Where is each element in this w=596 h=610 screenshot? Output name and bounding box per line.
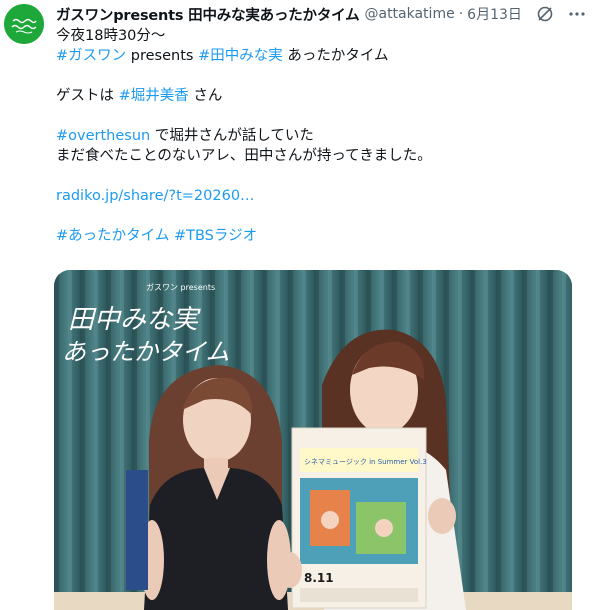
program-name-text: あったかタイム: [282, 48, 389, 64]
text-line: #overthesun で堀井さんが話していた: [56, 126, 586, 146]
text-line: #あったかタイム #TBSラジオ: [56, 226, 586, 246]
text-line: 今夜18時30分〜: [56, 26, 586, 46]
text-line: ゲストは #堀井美香 さん: [56, 86, 586, 106]
post-date[interactable]: 6月13日: [467, 4, 522, 24]
text-line: #ガスワン presents #田中みな実 あったかタイム: [56, 46, 586, 66]
text-line: まだ食べたことのないアレ、田中さんが持ってきました。: [56, 146, 586, 166]
event-poster: シネマミュージック in Summer Vol.3 8.11: [291, 427, 427, 609]
separator-dot: ·: [458, 6, 464, 22]
poster-title: シネマミュージック in Summer Vol.3: [304, 458, 427, 466]
overthesun-text: で堀井さんが話していた: [150, 128, 314, 144]
author-display-name[interactable]: ガスワンpresents 田中みな実あったかタイム: [56, 4, 360, 25]
tweet-header: ガスワンpresents 田中みな実あったかタイム @attakatime · …: [56, 4, 586, 24]
author-handle[interactable]: @attakatime: [364, 6, 454, 22]
tweet[interactable]: ガスワンpresents 田中みな実あったかタイム @attakatime · …: [0, 0, 596, 610]
guest-suffix: さん: [188, 88, 223, 104]
guest-hand: [428, 498, 456, 534]
tweet-photo[interactable]: ガスワン presents 田中みな実 あったかタイム シネマミュージック in…: [54, 270, 572, 610]
more-icon[interactable]: [568, 5, 586, 23]
poster-date: 8.11: [304, 571, 334, 585]
presents-text: presents: [126, 48, 199, 64]
program-logo-avatar-icon: [4, 4, 44, 44]
radiko-link[interactable]: radiko.jp/share/?t=20260…: [56, 188, 255, 204]
overlay-small-text: ガスワン presents: [146, 282, 215, 292]
overlay-title-line1: 田中みな実: [68, 305, 201, 335]
hashtag-horii[interactable]: #堀井美香: [119, 88, 189, 104]
tweet-text: 今夜18時30分〜 #ガスワン presents #田中みな実 あったかタイム …: [56, 26, 586, 246]
host-hand: [278, 552, 302, 588]
hashtag-overthesun[interactable]: #overthesun: [56, 128, 150, 144]
airtime-text: 今夜18時30分〜: [56, 28, 166, 44]
header-actions: [536, 4, 586, 24]
text-line: radiko.jp/share/?t=20260…: [56, 186, 586, 206]
grok-icon[interactable]: [536, 5, 554, 23]
hashtag-attaka[interactable]: #あったかタイム: [56, 228, 169, 244]
hashtag-tbs[interactable]: #TBSラジオ: [174, 228, 257, 244]
avatar[interactable]: [4, 4, 44, 44]
hashtag-gaswan[interactable]: #ガスワン: [56, 48, 126, 64]
hashtag-tanaka[interactable]: #田中みな実: [198, 48, 283, 64]
overlay-title-line2: あったかタイム: [62, 338, 230, 366]
guest-prefix: ゲストは: [56, 88, 119, 104]
description-text: まだ食べたことのないアレ、田中さんが持ってきました。: [56, 148, 432, 164]
